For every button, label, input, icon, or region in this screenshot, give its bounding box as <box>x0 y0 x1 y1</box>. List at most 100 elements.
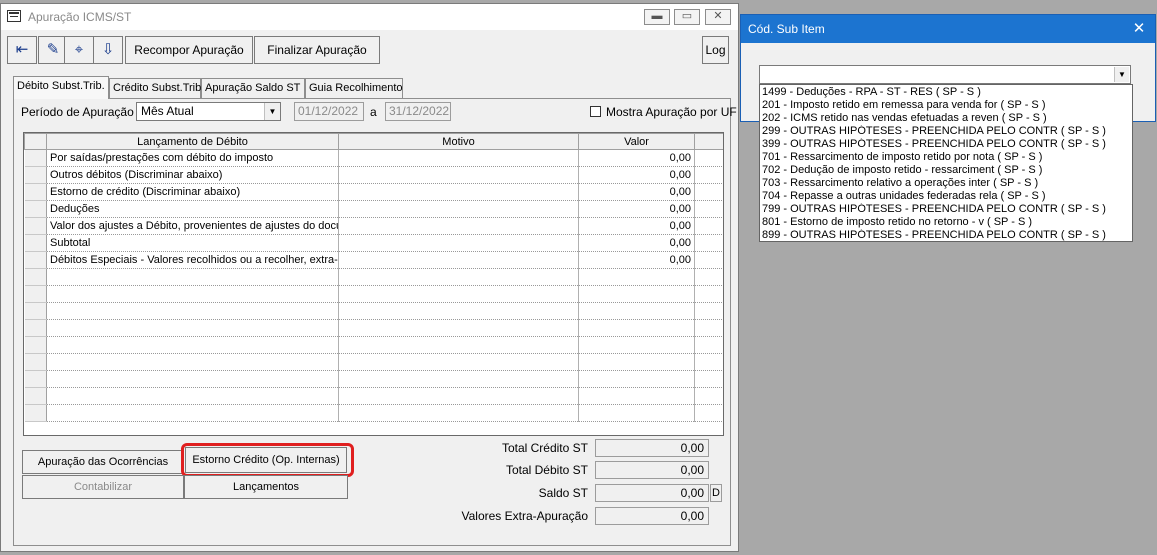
tab-credito-subst-trib[interactable]: Crédito Subst.Trib. <box>109 78 204 98</box>
column-header-lancamento[interactable]: Lançamento de Débito <box>46 133 339 150</box>
dialog-title-bar[interactable]: Cód. Sub Item ✕ <box>741 15 1155 43</box>
cell-motivo[interactable] <box>338 387 579 405</box>
mostra-uf-checkbox[interactable] <box>590 106 601 117</box>
column-header-valor[interactable]: Valor <box>578 133 695 150</box>
tab-debito-subst-trib[interactable]: Débito Subst.Trib. <box>13 76 109 99</box>
table-row[interactable]: Subtotal 0,00 <box>24 234 723 252</box>
cell-valor[interactable]: 0,00 <box>578 200 695 218</box>
table-row[interactable] <box>24 387 723 405</box>
cell-lancamento[interactable] <box>46 336 339 354</box>
cell-motivo[interactable] <box>338 370 579 388</box>
cell-motivo[interactable] <box>338 285 579 303</box>
minimize-button[interactable]: ▬ <box>644 9 670 25</box>
table-row[interactable]: Estorno de crédito (Discriminar abaixo) … <box>24 183 723 201</box>
recompor-apuracao-button[interactable]: Recompor Apuração <box>125 36 253 64</box>
table-row[interactable] <box>24 370 723 388</box>
cell-motivo[interactable] <box>338 353 579 371</box>
cell-lancamento[interactable] <box>46 302 339 320</box>
cell-motivo[interactable] <box>338 234 579 252</box>
log-button[interactable]: Log <box>702 36 729 64</box>
list-item[interactable]: 801 - Estorno de imposto retido no retor… <box>760 216 1132 229</box>
cell-lancamento[interactable]: Outros débitos (Discriminar abaixo) <box>46 166 339 184</box>
table-row[interactable] <box>24 353 723 371</box>
table-row[interactable]: Deduções 0,00 <box>24 200 723 218</box>
contabilizar-button[interactable]: Contabilizar <box>22 475 184 499</box>
cell-valor[interactable] <box>578 302 695 320</box>
sub-item-combobox[interactable]: ▼ <box>759 65 1131 84</box>
table-row[interactable] <box>24 336 723 354</box>
cell-motivo[interactable] <box>338 404 579 422</box>
export-button[interactable]: ⇩ <box>93 36 123 64</box>
dialog-close-icon[interactable]: ✕ <box>1131 15 1147 43</box>
table-row[interactable] <box>24 268 723 286</box>
lancamentos-grid[interactable]: Lançamento de Débito Motivo Valor Por sa… <box>23 132 724 436</box>
cell-valor[interactable] <box>578 319 695 337</box>
table-row[interactable] <box>24 285 723 303</box>
cell-valor[interactable] <box>578 336 695 354</box>
cell-valor[interactable]: 0,00 <box>578 234 695 252</box>
list-item[interactable]: 299 - OUTRAS HIPÓTESES - PREENCHIDA PELO… <box>760 125 1132 138</box>
cell-lancamento[interactable] <box>46 268 339 286</box>
table-row[interactable]: Débitos Especiais - Valores recolhidos o… <box>24 251 723 269</box>
cell-lancamento[interactable] <box>46 404 339 422</box>
cell-valor[interactable] <box>578 268 695 286</box>
cell-motivo[interactable] <box>338 183 579 201</box>
cell-valor[interactable]: 0,00 <box>578 183 695 201</box>
cell-valor[interactable]: 0,00 <box>578 217 695 235</box>
cell-valor[interactable] <box>578 387 695 405</box>
tab-guia-recolhimento[interactable]: Guia Recolhimento <box>305 78 403 98</box>
close-button[interactable]: ✕ <box>705 9 731 25</box>
date-from-field[interactable]: 01/12/2022 <box>294 102 364 121</box>
column-header-motivo[interactable]: Motivo <box>338 133 579 150</box>
cell-valor[interactable] <box>578 353 695 371</box>
cell-motivo[interactable] <box>338 217 579 235</box>
list-item[interactable]: 399 - OUTRAS HIPÓTESES - PREENCHIDA PELO… <box>760 138 1132 151</box>
list-item[interactable]: 799 - OUTRAS HIPÓTESES - PREENCHIDA PELO… <box>760 203 1132 216</box>
table-row[interactable]: Outros débitos (Discriminar abaixo) 0,00 <box>24 166 723 184</box>
cell-valor[interactable] <box>578 404 695 422</box>
tab-apuracao-saldo-st[interactable]: Apuração Saldo ST <box>201 78 305 98</box>
cell-motivo[interactable] <box>338 336 579 354</box>
chevron-down-icon[interactable]: ▼ <box>1114 67 1129 82</box>
cell-valor[interactable]: 0,00 <box>578 166 695 184</box>
cell-motivo[interactable] <box>338 200 579 218</box>
cell-lancamento[interactable] <box>46 353 339 371</box>
exit-button[interactable]: ⇤ <box>7 36 37 64</box>
cell-motivo[interactable] <box>338 149 579 167</box>
cell-motivo[interactable] <box>338 268 579 286</box>
finalizar-apuracao-button[interactable]: Finalizar Apuração <box>254 36 380 64</box>
cell-lancamento[interactable]: Por saídas/prestações com débito do impo… <box>46 149 339 167</box>
title-bar[interactable]: Apuração ICMS/ST ▬ ▭ ✕ <box>1 4 738 30</box>
cell-lancamento[interactable] <box>46 370 339 388</box>
cell-lancamento[interactable]: Valor dos ajustes a Débito, provenientes… <box>46 217 339 235</box>
list-item[interactable]: 899 - OUTRAS HIPÓTESES - PREENCHIDA PELO… <box>760 229 1132 242</box>
list-item[interactable]: 702 - Dedução de imposto retido - ressar… <box>760 164 1132 177</box>
cell-valor[interactable] <box>578 285 695 303</box>
cell-valor[interactable]: 0,00 <box>578 251 695 269</box>
apuracao-ocorrencias-button[interactable]: Apuração das Ocorrências <box>22 450 184 474</box>
cell-motivo[interactable] <box>338 319 579 337</box>
list-item[interactable]: 703 - Ressarcimento relativo a operações… <box>760 177 1132 190</box>
list-item[interactable]: 201 - Imposto retido em remessa para ven… <box>760 99 1132 112</box>
periodo-select[interactable]: Mês Atual ▼ <box>136 102 281 121</box>
cell-valor[interactable]: 0,00 <box>578 149 695 167</box>
cell-motivo[interactable] <box>338 251 579 269</box>
sub-item-dropdown-list[interactable]: 1499 - Deduções - RPA - ST - RES ( SP - … <box>759 84 1133 242</box>
list-item[interactable]: 1499 - Deduções - RPA - ST - RES ( SP - … <box>760 86 1132 99</box>
table-row[interactable]: Valor dos ajustes a Débito, provenientes… <box>24 217 723 235</box>
search-button[interactable]: ⌖ <box>64 36 94 64</box>
cell-lancamento[interactable]: Estorno de crédito (Discriminar abaixo) <box>46 183 339 201</box>
list-item[interactable]: 704 - Repasse a outras unidades federada… <box>760 190 1132 203</box>
table-row[interactable] <box>24 319 723 337</box>
table-row[interactable]: Por saídas/prestações com débito do impo… <box>24 149 723 167</box>
cell-lancamento[interactable]: Subtotal <box>46 234 339 252</box>
list-item[interactable]: 202 - ICMS retido nas vendas efetuadas a… <box>760 112 1132 125</box>
cell-lancamento[interactable]: Deduções <box>46 200 339 218</box>
cell-lancamento[interactable] <box>46 387 339 405</box>
list-item[interactable]: 701 - Ressarcimento de imposto retido po… <box>760 151 1132 164</box>
date-to-field[interactable]: 31/12/2022 <box>385 102 451 121</box>
cell-motivo[interactable] <box>338 166 579 184</box>
restore-button[interactable]: ▭ <box>674 9 700 25</box>
lancamentos-button[interactable]: Lançamentos <box>184 475 348 499</box>
cell-lancamento[interactable]: Débitos Especiais - Valores recolhidos o… <box>46 251 339 269</box>
